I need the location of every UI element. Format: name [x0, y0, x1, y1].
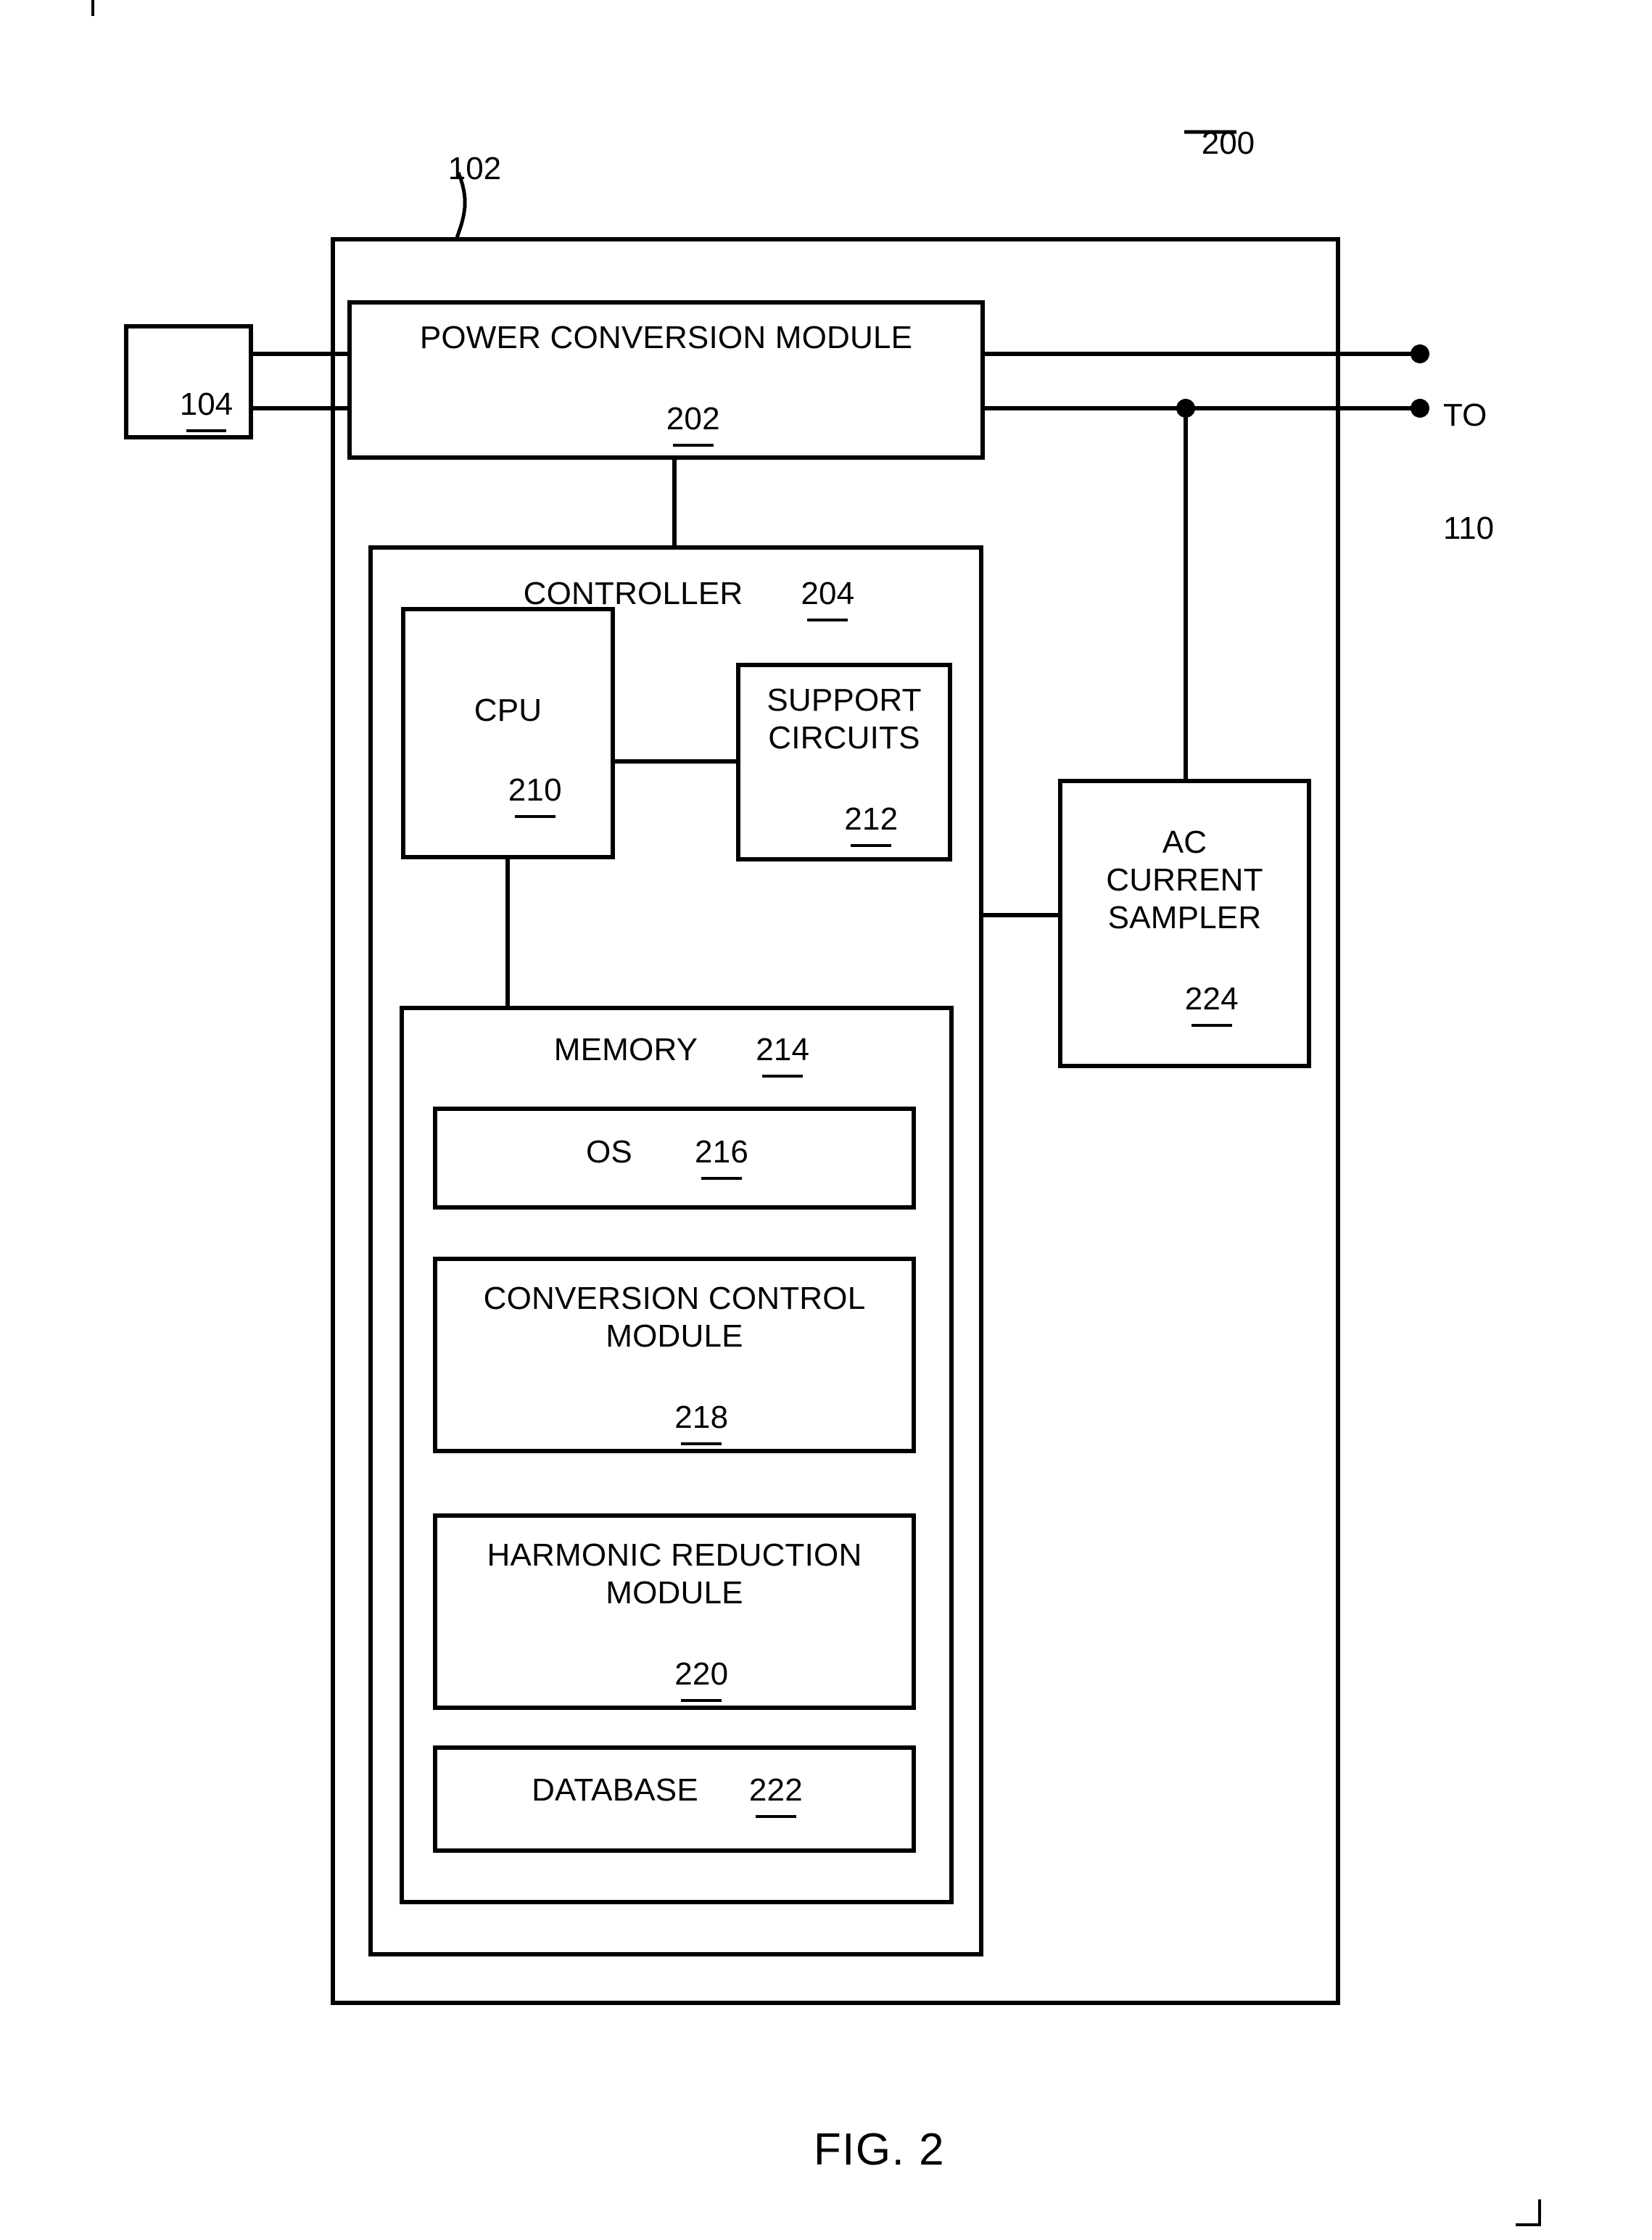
block-210-ref: 210 [508, 772, 562, 818]
block-204-label: CONTROLLER 204 [435, 575, 943, 621]
output-destination-line2: 110 [1443, 510, 1495, 546]
figure-caption: FIG. 2 [813, 2125, 946, 2175]
patent-figure-sheet: 102 200 104 POWER CONVERSION MODULE 202 … [0, 0, 1652, 2240]
block-216-label: OS 216 [464, 1133, 870, 1180]
output-destination-label: TO 110 [1443, 321, 1603, 622]
block-224-title-line3: SAMPLER [1107, 899, 1262, 935]
block-224-title-line2: CURRENT [1106, 861, 1263, 898]
reference-102: 102 [447, 150, 502, 186]
block-202-label: POWER CONVERSION MODULE 202 [350, 319, 983, 476]
block-218-title-line2: MODULE [606, 1318, 743, 1354]
block-224-ref: 224 [1184, 980, 1239, 1027]
block-222-title: DATABASE [532, 1772, 698, 1808]
block-224-label: AC CURRENT SAMPLER 224 [1060, 824, 1309, 1055]
block-210-label: CPU 210 [403, 692, 613, 847]
crop-mark-bottom-right [1516, 2199, 1541, 2226]
block-222-ref: 222 [748, 1772, 803, 1818]
block-222-label: DATABASE 222 [464, 1772, 870, 1818]
block-218-ref: 218 [674, 1399, 729, 1445]
output-destination-line1: TO [1443, 397, 1487, 433]
block-204-ref: 204 [801, 576, 855, 621]
block-224-title-line1: AC [1162, 824, 1207, 860]
block-212-title-line2: CIRCUITS [768, 719, 920, 756]
block-220-title-line2: MODULE [606, 1574, 743, 1611]
block-216-title: OS [586, 1134, 632, 1170]
block-220-title-line1: HARMONIC REDUCTION [487, 1537, 862, 1573]
block-104-label: 104 [179, 386, 234, 432]
block-202-title: POWER CONVERSION MODULE [419, 320, 913, 355]
reference-200: 200 [1201, 125, 1255, 161]
block-220-ref: 220 [674, 1656, 729, 1702]
block-212-label: SUPPORT CIRCUITS 212 [738, 682, 950, 876]
block-216-ref: 216 [694, 1134, 748, 1180]
block-204-title: CONTROLLER [523, 576, 743, 611]
terminal-dot-top [1411, 344, 1429, 363]
block-218-label: CONVERSION CONTROL MODULE 218 [435, 1280, 914, 1474]
block-212-title-line1: SUPPORT [767, 682, 922, 718]
terminal-dot-bottom [1411, 399, 1429, 418]
block-210-title: CPU [474, 693, 542, 728]
block-212-ref: 212 [844, 801, 899, 847]
block-214-label: MEMORY 214 [464, 1031, 899, 1078]
block-214-title: MEMORY [553, 1032, 698, 1067]
block-218-title-line1: CONVERSION CONTROL [483, 1281, 866, 1316]
block-214-ref: 214 [756, 1032, 810, 1078]
block-220-label: HARMONIC REDUCTION MODULE 220 [435, 1537, 914, 1731]
block-202-ref: 202 [666, 400, 720, 447]
